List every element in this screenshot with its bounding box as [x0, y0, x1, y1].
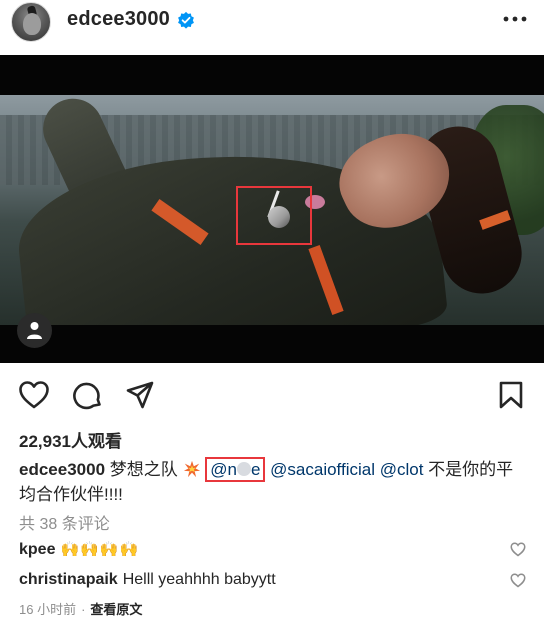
mention-link-tail[interactable]: e: [251, 460, 260, 479]
timestamp: 16 小时前: [19, 602, 77, 617]
ellipsis-icon[interactable]: [503, 13, 527, 25]
avatar[interactable]: [11, 2, 51, 42]
speech-bubble-icon[interactable]: [73, 380, 103, 410]
person-icon: [27, 322, 42, 339]
comment-text: 🙌🙌🙌🙌: [60, 541, 140, 558]
paper-plane-icon[interactable]: [125, 380, 155, 410]
view-all-comments-link[interactable]: 共 38 条评论: [19, 510, 110, 534]
annotation-box: [236, 186, 312, 245]
post-meta: 16 小时前 · 查看原文: [19, 599, 142, 617]
see-translation-link[interactable]: 查看原文: [90, 602, 142, 617]
heart-icon[interactable]: [510, 542, 526, 557]
comment-username[interactable]: christinapaik: [19, 571, 118, 588]
heart-icon[interactable]: [18, 380, 50, 410]
bookmark-icon[interactable]: [497, 380, 525, 410]
pendant: [268, 206, 290, 228]
heart-icon[interactable]: [510, 573, 526, 588]
view-count: 22,931人观看: [19, 432, 122, 451]
mention-link[interactable]: @n: [210, 460, 237, 479]
post-header: edcee3000: [0, 0, 544, 50]
verified-badge-icon: [178, 11, 194, 29]
mention-link[interactable]: @clot: [380, 460, 424, 479]
avatar-face: [23, 13, 41, 35]
collision-emoji-icon: [183, 460, 200, 478]
comment-text: Helll yeahhhh babyytt: [122, 571, 276, 588]
annotation-box: @n e: [205, 457, 266, 482]
caption-text: 梦想之队: [109, 460, 178, 479]
mention-link[interactable]: @sacaiofficial: [270, 460, 375, 479]
separator: ·: [81, 602, 86, 617]
post-username[interactable]: edcee3000: [67, 8, 170, 31]
redacted-mark: [236, 462, 251, 476]
comment-username[interactable]: kpee: [19, 541, 55, 558]
post-caption: edcee3000 梦想之队 @n e @sacaiofficial @clot …: [19, 457, 529, 507]
video-player[interactable]: [0, 55, 544, 363]
comment-row: kpee 🙌🙌🙌🙌: [19, 540, 139, 559]
user-tag-button[interactable]: [17, 313, 52, 348]
comment-row: christinapaik Helll yeahhhh babyytt: [19, 571, 276, 589]
caption-username[interactable]: edcee3000: [19, 460, 105, 479]
